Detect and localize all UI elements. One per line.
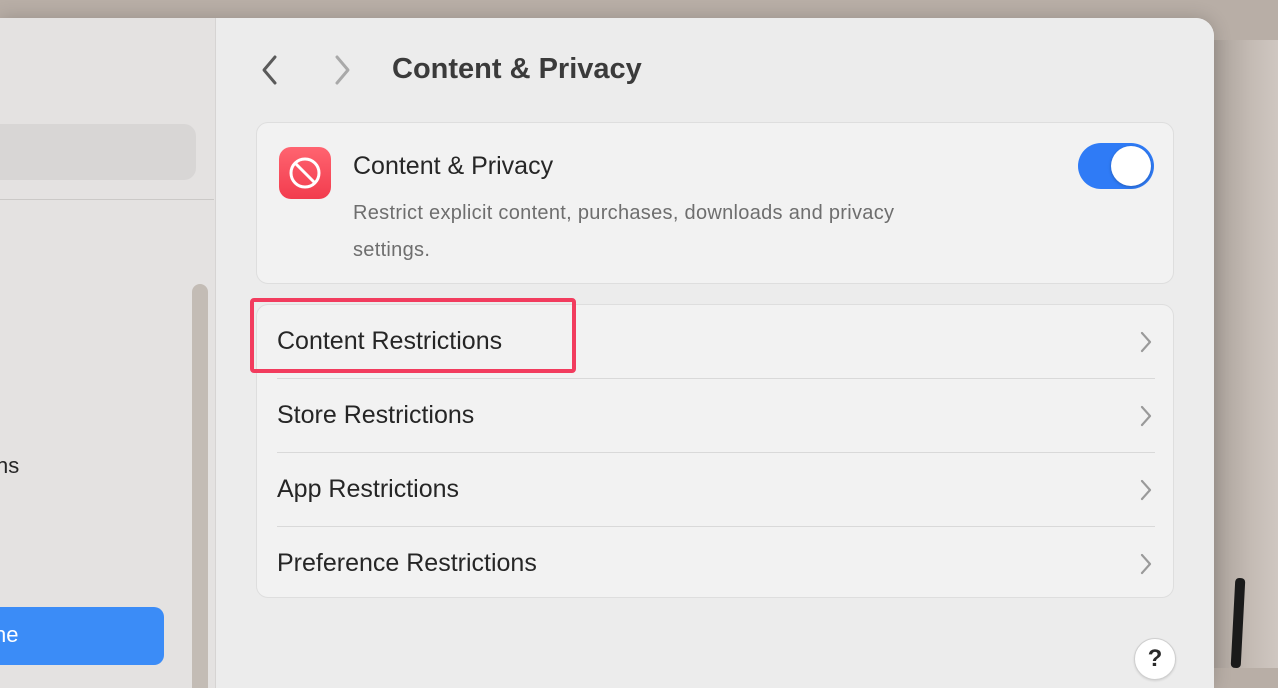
forward-button[interactable] xyxy=(328,52,356,88)
toggle-knob xyxy=(1111,146,1151,186)
settings-window: ns ne Content & Privacy Content & Privac… xyxy=(0,18,1214,688)
chevron-right-icon xyxy=(1140,331,1152,353)
feature-description: Restrict explicit content, purchases, do… xyxy=(353,202,895,261)
list-item-app-restrictions[interactable]: App Restrictions xyxy=(257,453,1173,527)
sidebar-search-field[interactable] xyxy=(0,124,196,180)
list-item-label: Preference Restrictions xyxy=(277,549,537,577)
list-item-store-restrictions[interactable]: Store Restrictions xyxy=(257,379,1173,453)
help-button[interactable]: ? xyxy=(1134,638,1176,680)
desktop-background xyxy=(1210,40,1278,668)
sidebar-divider xyxy=(0,199,214,200)
sidebar: ns ne xyxy=(0,18,216,688)
chevron-right-icon xyxy=(1140,405,1152,427)
back-button[interactable] xyxy=(256,52,284,88)
chevron-left-icon xyxy=(262,55,277,85)
feature-title: Content & Privacy xyxy=(353,152,554,180)
sidebar-item-partial[interactable]: ns xyxy=(0,453,19,479)
prohibited-icon xyxy=(279,147,331,199)
main-pane: Content & Privacy Content & Privacy Rest… xyxy=(216,18,1214,688)
chevron-right-icon xyxy=(1140,479,1152,501)
page-title: Content & Privacy xyxy=(392,53,642,85)
list-item-label: Store Restrictions xyxy=(277,401,475,429)
sidebar-item-selected[interactable]: ne xyxy=(0,607,164,665)
list-item-preference-restrictions[interactable]: Preference Restrictions xyxy=(257,527,1173,601)
sidebar-item-selected-label: ne xyxy=(0,622,19,647)
content-privacy-card: Content & Privacy Restrict explicit cont… xyxy=(256,122,1174,284)
sidebar-scrollbar[interactable] xyxy=(192,284,208,688)
list-item-label: App Restrictions xyxy=(277,475,460,503)
chevron-right-icon xyxy=(1140,553,1152,575)
highlight-box xyxy=(250,298,576,373)
chevron-right-icon xyxy=(335,55,350,85)
content-privacy-toggle[interactable] xyxy=(1078,143,1154,189)
